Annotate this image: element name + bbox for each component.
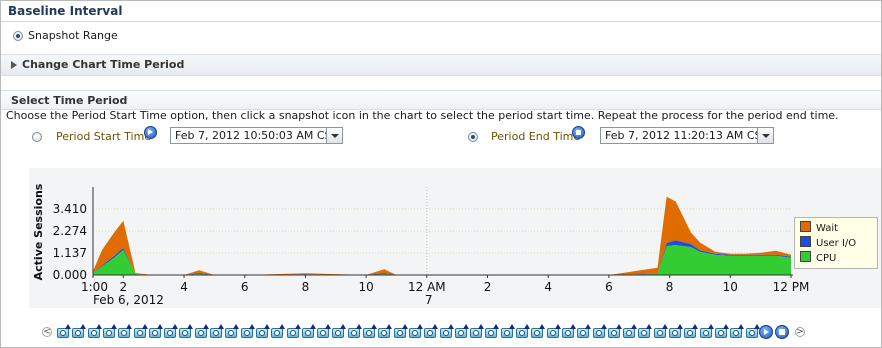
chart-legend: Wait User I/O CPU [794,217,878,269]
x-tick-label: 6 [241,280,249,294]
y-tick-label: 3.410 [53,202,87,216]
snapshot-camera-icon[interactable] [424,324,439,339]
snapshot-camera-icon[interactable] [607,324,622,339]
active-sessions-chart: 0.0001.1372.2743.4101:00 2 4 6 8 10 12 AM 2 4 6 8 1… [32,183,810,307]
snapshot-camera-icon[interactable] [714,324,729,339]
snapshot-camera-icon[interactable] [454,324,469,339]
x-tick-label: 8 [302,280,310,294]
y-tick-label: 1.137 [53,246,87,260]
snapshot-camera-icon[interactable] [730,324,745,339]
snapshot-camera-icon[interactable] [301,324,316,339]
snapshot-camera-icon[interactable] [500,324,515,339]
snapshot-camera-icon[interactable] [210,324,224,339]
selected-start-snapshot-icon[interactable] [758,325,773,339]
snapshot-camera-icon[interactable] [194,324,209,339]
x-tick-label: 8 [666,280,674,294]
x-tick-label: 6 [605,280,613,294]
x-tick-label: 2 [120,280,128,294]
scroll-right-icon[interactable]: > [794,327,805,337]
x-tick-label: 4 [180,280,188,294]
snapshot-camera-icon[interactable] [623,324,638,339]
date-label: 7 [425,293,433,307]
snapshot-camera-icon[interactable] [179,324,194,339]
y-axis-label: Active Sessions [32,183,45,280]
legend-item-cpu: CPU [800,251,836,264]
snapshot-camera-icon[interactable] [638,324,653,339]
x-tick-label: 10 [723,280,738,294]
snapshot-camera-icon[interactable] [225,324,240,339]
snapshot-camera-icon[interactable] [439,324,454,339]
snapshot-camera-icon[interactable] [669,324,683,339]
x-tick-label: 12 PM [773,280,810,294]
snapshot-camera-icon[interactable] [653,324,668,339]
snapshot-camera-icon[interactable] [393,324,408,339]
snapshot-camera-icon[interactable] [592,324,607,339]
x-tick-label: 4 [544,280,552,294]
snapshot-camera-icon[interactable] [87,324,102,339]
snapshot-camera-icon[interactable] [240,324,255,339]
baseline-interval-panel: Baseline Interval Snapshot Range Change … [0,0,882,348]
scroll-left-icon[interactable]: < [42,327,52,337]
snapshot-camera-icon[interactable] [317,324,332,339]
snapshot-camera-icon[interactable] [164,324,179,339]
x-tick-label: 1:00 [81,280,108,294]
snapshot-camera-icon[interactable] [470,324,485,339]
snapshot-camera-icon[interactable] [745,324,760,339]
snapshot-camera-icon[interactable] [561,324,576,339]
snapshot-camera-icon[interactable] [118,324,133,339]
snapshot-camera-icon[interactable] [72,324,87,339]
snapshot-camera-icon[interactable] [133,324,148,339]
snapshot-camera-icon[interactable] [378,324,393,339]
date-label: Feb 6, 2012 [93,293,164,307]
snapshot-camera-icon[interactable] [516,324,530,339]
x-tick-label: 2 [484,280,492,294]
snapshot-camera-icon[interactable] [347,324,362,339]
snapshot-camera-icon[interactable] [363,324,377,339]
user-io-swatch-icon [800,236,811,247]
snapshot-camera-icon[interactable] [577,324,592,339]
x-tick-label: 12 AM [408,280,446,294]
snapshot-camera-icon[interactable] [546,324,561,339]
x-tick-label: 10 [358,280,373,294]
snapshot-camera-icon[interactable] [286,324,301,339]
snapshot-bar: < > [42,324,812,340]
legend-item-wait: Wait [800,221,838,234]
snapshot-camera-icon[interactable] [148,324,163,339]
snapshot-camera-icon[interactable] [485,324,500,339]
legend-item-user-io: User I/O [800,236,856,249]
wait-swatch-icon [800,221,811,232]
cpu-swatch-icon [800,251,811,262]
snapshot-camera-icon[interactable] [408,324,423,339]
snapshot-camera-icon[interactable] [271,324,286,339]
snapshot-camera-icon[interactable] [332,324,347,339]
y-tick-label: 2.274 [53,224,87,238]
snapshot-camera-icon[interactable] [699,324,714,339]
snapshot-camera-icon[interactable] [57,324,71,339]
selected-end-snapshot-icon[interactable] [774,325,789,339]
snapshot-camera-icon[interactable] [255,324,270,339]
series-area-cpu [93,245,791,275]
snapshot-camera-icon[interactable] [102,324,117,339]
snapshot-camera-icon[interactable] [531,324,546,339]
snapshot-camera-icon[interactable] [684,324,699,339]
